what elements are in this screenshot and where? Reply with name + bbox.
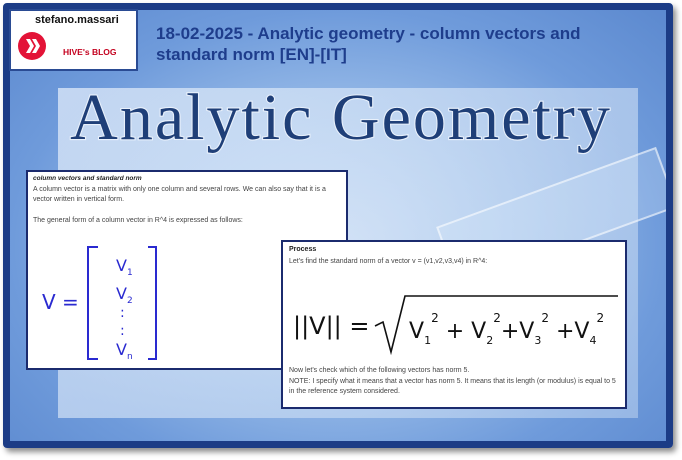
right-bracket xyxy=(148,246,157,360)
entry-dots: : xyxy=(120,305,125,321)
banner-title-text: Analytic Geometry xyxy=(70,81,612,154)
hive-logo-icon xyxy=(18,32,46,60)
entry-vn: Vn xyxy=(116,340,133,362)
card-heading: column vectors and standard norm xyxy=(33,175,142,182)
author-name: stefano.massari xyxy=(35,14,119,26)
card-note: NOTE: I specify what it means that a vec… xyxy=(289,378,616,395)
entry-v2: V2 xyxy=(116,284,133,306)
banner-title: Analytic Geometry xyxy=(69,80,612,155)
blog-badge: stefano.massari HIVE's BLOG xyxy=(9,9,138,71)
card-paragraph: The general form of a column vector in R… xyxy=(33,217,243,224)
left-bracket xyxy=(87,246,98,360)
formula-lhs: V = xyxy=(42,290,79,314)
card-paragraph: Let's find the standard norm of a vector… xyxy=(289,258,488,265)
entry-v1: V1 xyxy=(116,256,133,278)
card-paragraph: Now let's check which of the following v… xyxy=(289,367,470,374)
svg-text:V12 + V22+V32 +V42: V12 + V22+V32 +V42 xyxy=(409,311,604,347)
norm-formula-handwritten: ||V|| = V12 + V22+V32 +V42 xyxy=(293,295,618,356)
entry-dots: : xyxy=(120,323,125,339)
process-card: Process Let's find the standard norm of … xyxy=(281,240,627,409)
svg-text:||V|| =: ||V|| = xyxy=(293,312,370,340)
card-paragraph: A column vector is a matrix with only on… xyxy=(33,186,326,203)
card-heading: Process xyxy=(289,246,317,253)
blog-name: HIVE's BLOG xyxy=(63,47,117,57)
post-title: 18-02-2025 - Analytic geometry - column … xyxy=(156,24,581,64)
